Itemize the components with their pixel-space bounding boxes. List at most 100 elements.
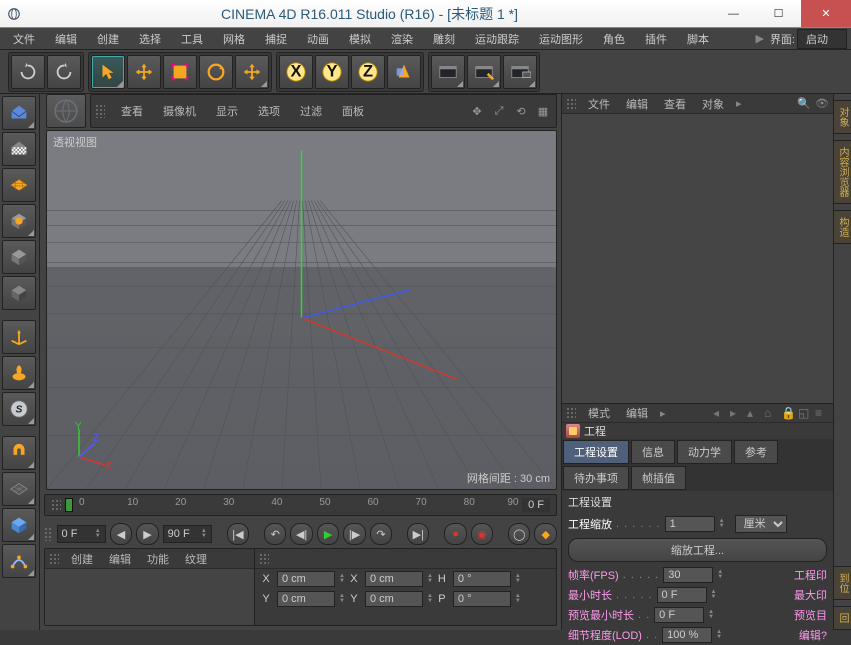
vp-menu-camera[interactable]: 摄像机 [153,101,206,121]
planar-workplane-button[interactable] [2,472,36,506]
grip-icon[interactable] [259,553,269,565]
size-x-input[interactable] [365,571,423,587]
grip-icon[interactable] [44,527,53,541]
maximize-button[interactable]: ☐ [756,0,801,27]
rot-p-input[interactable] [453,591,511,607]
size-y-input[interactable] [365,591,423,607]
home-icon[interactable]: ⌂ [764,406,778,420]
menu-icon[interactable]: ≡ [815,406,829,420]
layout-select[interactable]: 启动 [797,29,847,49]
tab-project-settings[interactable]: 工程设置 [563,440,629,464]
menu-tools[interactable]: 工具 [172,29,212,49]
menu-script[interactable]: 脚本 [678,29,718,49]
obj-menu-edit[interactable]: 编辑 [618,95,656,113]
step-back-button[interactable]: ◀| [290,523,312,545]
goto-end-button[interactable]: ▶| [407,523,429,545]
locked-workplane-button[interactable] [2,436,36,470]
play-button[interactable]: ▶ [317,523,339,545]
render-picture-button[interactable] [467,55,501,89]
lod-input[interactable] [662,627,712,643]
vp-menu-view[interactable]: 查看 [111,101,153,121]
tab-interpolation[interactable]: 帧插值 [631,466,686,490]
range-start-field[interactable]: 0 F▲▼ [57,525,106,543]
render-view-button[interactable] [431,55,465,89]
grip-icon[interactable] [95,104,105,118]
menu-character[interactable]: 角色 [594,29,634,49]
make-editable-button[interactable] [2,96,36,130]
render-settings-button[interactable] [503,55,537,89]
menu-snap[interactable]: 捕捉 [256,29,296,49]
goto-start-button[interactable]: |◀ [227,523,249,545]
mat-menu-edit[interactable]: 编辑 [101,550,139,568]
pos-y-input[interactable] [277,591,335,607]
rotate-tool[interactable] [199,55,233,89]
menu-render[interactable]: 渲染 [382,29,422,49]
rot-h-input[interactable] [453,571,511,587]
grip-icon[interactable] [566,407,576,419]
nav-back-icon[interactable]: ◂ [713,406,727,420]
fps-input[interactable] [663,567,713,583]
time-marker[interactable] [65,498,73,512]
menu-edit[interactable]: 编辑 [46,29,86,49]
obj-menu-objects[interactable]: 对象 [694,95,732,113]
pos-x-input[interactable] [277,571,335,587]
scale-tool[interactable] [163,55,197,89]
object-tree[interactable] [562,114,833,403]
undo-button[interactable] [11,55,45,89]
obj-menu-file[interactable]: 文件 [580,95,618,113]
range-end-field[interactable]: 90 F▲▼ [163,525,212,543]
tab-info[interactable]: 信息 [631,440,675,464]
vp-menu-display[interactable]: 显示 [206,101,248,121]
goto-next-key-button[interactable]: ↷ [370,523,392,545]
menu-simulate[interactable]: 模拟 [340,29,380,49]
project-scale-unit[interactable]: 厘米 [735,515,787,533]
grip-icon[interactable] [51,499,61,511]
vp-menu-panel[interactable]: 面板 [332,101,374,121]
spline-pen-button[interactable] [2,544,36,578]
search-icon[interactable]: 🔍 [797,97,811,110]
eye-icon[interactable]: 👁 [815,97,829,110]
axis-y-toggle[interactable]: Y [315,55,349,89]
menu-select[interactable]: 选择 [130,29,170,49]
side-tab-structure[interactable]: 构造 [833,210,851,244]
time-ruler[interactable]: 0 10 20 30 40 50 60 70 80 90 [79,495,516,515]
keyframe-sel-button[interactable]: ◯ [508,523,530,545]
autokey-button[interactable]: ◉ [471,523,493,545]
side-tab-objects[interactable]: 对象 [833,100,851,134]
vp-orbit-icon[interactable]: ⟲ [512,102,530,120]
nav-up-icon[interactable]: ▴ [747,406,761,420]
side-tab-goto[interactable]: 到位 [833,566,851,600]
edge-mode-button[interactable] [2,276,36,310]
point-mode-button[interactable] [2,240,36,274]
preview-min-input[interactable] [654,607,704,623]
vp-zoom-icon[interactable]: ⤢ [490,102,508,120]
tab-todo[interactable]: 待办事项 [563,466,629,490]
materials-body[interactable] [45,569,254,625]
last-tool[interactable] [235,55,269,89]
scale-project-button[interactable]: 缩放工程... [568,538,827,562]
coord-system-toggle[interactable] [387,55,421,89]
nav-fwd-icon[interactable]: ▸ [730,406,744,420]
primitive-cube-button[interactable] [2,508,36,542]
vp-toggle-icon[interactable]: ▦ [534,102,552,120]
tab-dynamics[interactable]: 动力学 [677,440,732,464]
move-tool[interactable] [127,55,161,89]
texture-mode-button[interactable] [2,168,36,202]
live-select-tool[interactable] [91,55,125,89]
key-options-button[interactable]: ◆ [534,523,556,545]
axis-x-toggle[interactable]: X [279,55,313,89]
menu-animate[interactable]: 动画 [298,29,338,49]
min-time-input[interactable] [657,587,707,603]
vp-menu-options[interactable]: 选项 [248,101,290,121]
menu-mesh[interactable]: 网格 [214,29,254,49]
vp-menu-filter[interactable]: 过滤 [290,101,332,121]
side-tab-back[interactable]: 回 [833,606,851,630]
axis-mode-button[interactable] [2,320,36,354]
obj-menu-view[interactable]: 查看 [656,95,694,113]
close-button[interactable]: ✕ [801,0,851,27]
goto-prev-key-button[interactable]: ↶ [264,523,286,545]
project-scale-input[interactable] [665,516,715,532]
timeline[interactable]: 0 10 20 30 40 50 60 70 80 90 0 F [44,494,557,516]
menu-motion-track[interactable]: 运动跟踪 [466,29,528,49]
mat-menu-tex[interactable]: 纹理 [177,550,215,568]
